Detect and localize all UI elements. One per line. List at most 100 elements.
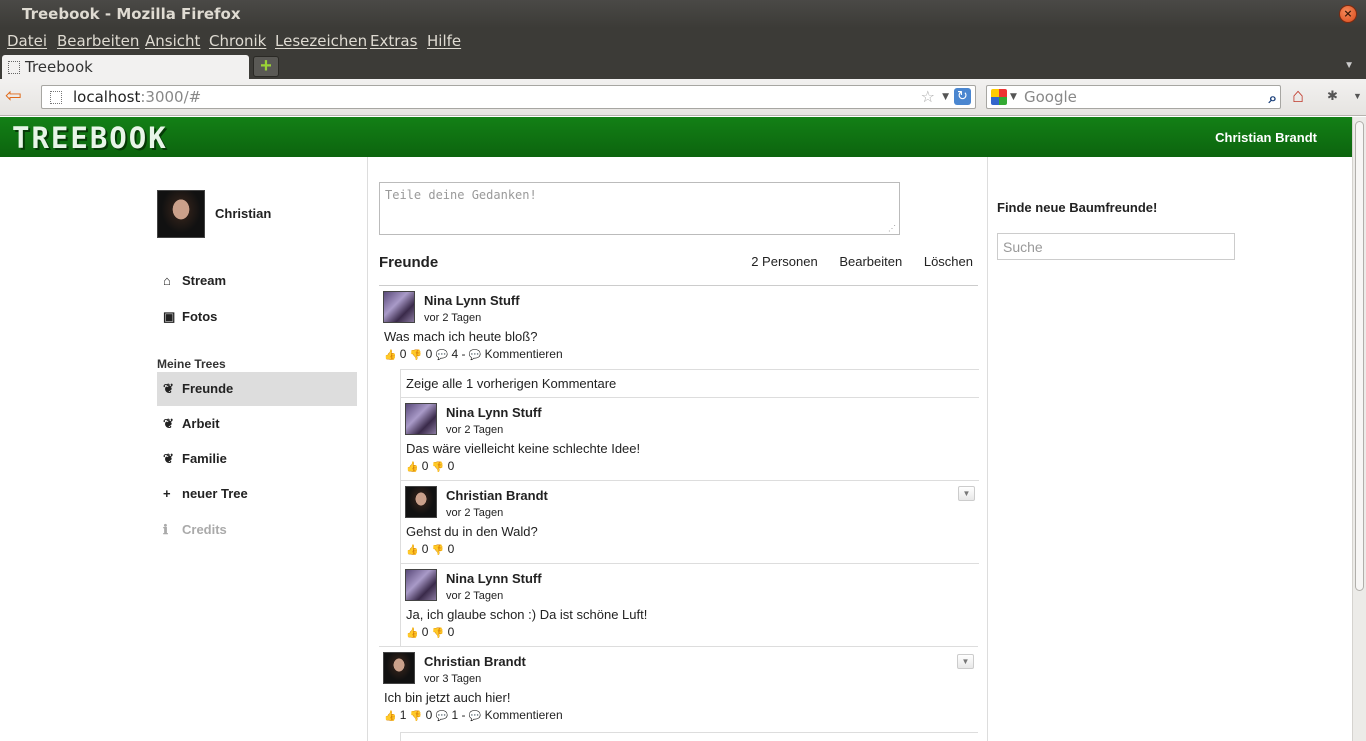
comment-time[interactable]: vor 2 Tagen (446, 424, 503, 436)
comment-link[interactable]: Kommentieren (485, 347, 563, 361)
tab-treebook[interactable]: Treebook (2, 55, 249, 80)
sidebar-item-label: Stream (182, 273, 227, 288)
comment-icon: 💬 (468, 711, 482, 722)
dislike-count: 0 (447, 625, 455, 639)
home-icon[interactable]: ⌂ (1292, 85, 1304, 108)
sidebar-item-familie[interactable]: ❦ Familie (157, 442, 357, 476)
site-logo[interactable]: TREEBOOK (12, 121, 168, 155)
like-count: 0 (421, 625, 429, 639)
thumbs-down-icon[interactable]: 👎 (410, 350, 422, 361)
close-window-icon[interactable]: × (1339, 5, 1357, 23)
thumbs-down-icon[interactable]: 👎 (432, 462, 444, 473)
toolbar-menu-icon[interactable]: ▼ (1353, 91, 1362, 101)
post-author[interactable]: Christian Brandt (424, 654, 526, 669)
thumbs-up-icon[interactable]: 👍 (406, 628, 418, 639)
home-icon: ⌂ (163, 273, 171, 288)
thumbs-up-icon[interactable]: 👍 (406, 545, 418, 556)
resize-grip-icon[interactable]: ⋰ (888, 224, 896, 233)
addon-icon[interactable]: ✱ (1327, 88, 1338, 104)
comment-author[interactable]: Nina Lynn Stuff (446, 571, 542, 586)
comment-time[interactable]: vor 2 Tagen (446, 590, 503, 602)
thumbs-up-icon[interactable]: 👍 (406, 462, 418, 473)
friend-search-input[interactable]: Suche (997, 233, 1235, 260)
engine-dropdown-icon[interactable]: ▼ (1010, 86, 1017, 108)
paw-icon: ❦ (163, 451, 174, 466)
search-bar[interactable]: ▼ Google ⌕ (986, 85, 1281, 109)
page-scrollbar[interactable] (1352, 117, 1366, 741)
sidebar-item-label: Arbeit (182, 416, 220, 431)
menu-bearbeiten[interactable]: Bearbeiten (57, 32, 139, 50)
scrollbar-thumb[interactable] (1355, 121, 1364, 591)
avatar[interactable] (383, 652, 415, 684)
find-friends-heading: Finde neue Baumfreunde! (997, 200, 1158, 215)
tree-edit-link[interactable]: Bearbeiten (839, 254, 902, 269)
page-favicon-icon (8, 61, 20, 74)
sidebar-item-arbeit[interactable]: ❦ Arbeit (157, 407, 357, 441)
bookmark-star-icon[interactable]: ☆ (921, 86, 935, 108)
menu-ansicht[interactable]: Ansicht (145, 32, 200, 50)
back-arrow-icon[interactable]: ⇦ (5, 86, 22, 106)
comment-time[interactable]: vor 2 Tagen (446, 507, 503, 519)
menu-extras[interactable]: Extras (370, 32, 417, 50)
menu-lesezeichen[interactable]: Lesezeichen (275, 32, 367, 50)
sidebar-item-credits[interactable]: ℹ Credits (157, 513, 357, 547)
window-title: Treebook - Mozilla Firefox (22, 5, 241, 23)
avatar[interactable] (405, 569, 437, 601)
tab-list-icon[interactable]: ▼ (1344, 60, 1354, 71)
post-time[interactable]: vor 3 Tagen (424, 673, 481, 685)
like-count: 1 (399, 708, 407, 722)
avatar[interactable] (405, 486, 437, 518)
chevron-down-icon[interactable]: ▼ (958, 486, 975, 501)
post-composer[interactable]: Teile deine Gedanken! ⋰ (379, 182, 900, 235)
comment-text: Gehst du in den Wald? (406, 524, 538, 539)
post-author[interactable]: Nina Lynn Stuff (424, 293, 520, 308)
avatar[interactable] (157, 190, 205, 238)
comment-author[interactable]: Nina Lynn Stuff (446, 405, 542, 420)
sidebar-item-label: Fotos (182, 309, 218, 324)
menu-chronik[interactable]: Chronik (209, 32, 266, 50)
comment-text: Ja, ich glaube schon :) Da ist schöne Lu… (406, 607, 648, 622)
comment-thread: Zeige alle 1 vorherigen Kommentare Nina … (400, 369, 979, 647)
sidebar-item-fotos[interactable]: ▣ Fotos (157, 300, 357, 334)
site-header: TREEBOOK Christian Brandt (0, 117, 1352, 157)
post-text: Was mach ich heute bloß? (384, 329, 538, 344)
sidebar-item-new-tree[interactable]: + neuer Tree (157, 477, 357, 511)
show-all-comments-link[interactable]: Zeige alle 1 vorherigen Kommentare (401, 369, 979, 397)
search-icon[interactable]: ⌕ (1269, 87, 1277, 109)
comment: Nina Lynn Stuff vor 2 Tagen Ja, ich glau… (401, 563, 979, 646)
tree-delete-link[interactable]: Löschen (924, 254, 973, 269)
chevron-down-icon[interactable]: ▼ (957, 654, 974, 669)
url-host: localhost (73, 88, 141, 106)
menu-datei[interactable]: Datei (7, 32, 47, 50)
thumbs-down-icon[interactable]: 👎 (432, 545, 444, 556)
page-viewport: TREEBOOK Christian Brandt Christian ⌂ St… (0, 117, 1352, 741)
comment-link[interactable]: Kommentieren (485, 708, 563, 722)
thumbs-up-icon[interactable]: 👍 (384, 350, 396, 361)
sidebar-item-stream[interactable]: ⌂ Stream (157, 264, 357, 298)
thumbs-down-icon[interactable]: 👎 (410, 711, 422, 722)
url-bar[interactable]: localhost:3000/# ☆ ▼ ↻ (41, 85, 976, 109)
thumbs-down-icon[interactable]: 👎 (432, 628, 444, 639)
paw-icon: ❦ (163, 381, 174, 396)
post-time[interactable]: vor 2 Tagen (424, 312, 481, 324)
reload-icon[interactable]: ↻ (954, 88, 971, 105)
info-icon: ℹ (163, 522, 168, 537)
profile-name[interactable]: Christian (215, 206, 271, 221)
history-dropdown-icon[interactable]: ▼ (942, 86, 949, 108)
comment-count: 1 (451, 708, 459, 722)
menu-hilfe[interactable]: Hilfe (427, 32, 461, 50)
current-user-link[interactable]: Christian Brandt (1215, 130, 1317, 145)
dislike-count: 0 (447, 542, 455, 556)
tree-members-link[interactable]: 2 Personen (751, 254, 818, 269)
sidebar-item-freunde[interactable]: ❦ Freunde (157, 372, 357, 406)
tab-label: Treebook (25, 58, 93, 76)
thumbs-up-icon[interactable]: 👍 (384, 711, 396, 722)
avatar[interactable] (405, 403, 437, 435)
comment-author[interactable]: Christian Brandt (446, 488, 548, 503)
google-engine-icon[interactable] (991, 89, 1007, 105)
new-tab-button[interactable]: + (253, 56, 279, 77)
post-meta: 👍 0 👎 0 💬 4 - 💬 Kommentieren (384, 347, 563, 361)
comment-meta: 👍 0 👎 0 (406, 542, 454, 556)
menu-bar: Datei Bearbeiten Ansicht Chronik Lesezei… (0, 28, 1366, 54)
avatar[interactable] (383, 291, 415, 323)
